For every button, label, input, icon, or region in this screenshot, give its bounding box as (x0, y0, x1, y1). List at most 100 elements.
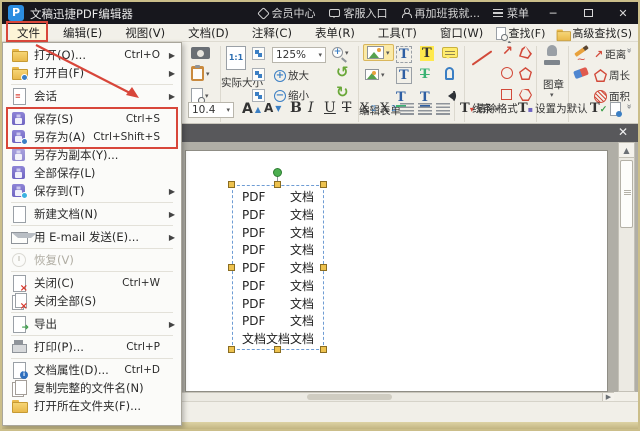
menu-comment[interactable]: 注释(C) (245, 24, 299, 42)
rotate-right-button[interactable]: ↻ (336, 85, 349, 99)
minimize-button[interactable]: ─ (542, 7, 564, 20)
horizontal-scroll-thumb[interactable] (307, 394, 392, 400)
line-tool[interactable] (470, 57, 494, 59)
resize-handle-ne[interactable] (320, 181, 327, 188)
arrow-tool[interactable]: ↗ (502, 46, 513, 58)
collapse-row2-button[interactable]: » (623, 104, 633, 109)
app-menu-button[interactable]: 菜单 (493, 5, 529, 21)
stamp-dropdown[interactable]: ▾ (550, 91, 554, 99)
hexagon-tool[interactable] (519, 89, 532, 101)
menu-item-save-as[interactable]: 另存为(A)... Ctrl+Shift+S (3, 128, 181, 146)
menu-item-send-email[interactable]: 用 E-mail 发送(E)... ▶ (3, 228, 181, 246)
collapse-row1-button[interactable]: » (623, 48, 633, 53)
customer-service-button[interactable]: 客服入口 (329, 5, 388, 21)
text-field-tool[interactable]: T (396, 67, 412, 84)
vertical-scroll-thumb[interactable] (620, 160, 633, 228)
menu-item-open[interactable]: 打开(O)... Ctrl+O ▶ (3, 46, 181, 64)
superscript-button[interactable]: X2 (380, 101, 396, 116)
menu-edit[interactable]: 编辑(E) (56, 24, 109, 42)
advanced-find-button[interactable]: 高级查找(S) (555, 25, 632, 41)
member-center-button[interactable]: 会员中心 (259, 5, 316, 21)
align-center-button[interactable] (418, 103, 432, 115)
attach-file-tool[interactable] (445, 67, 454, 80)
resize-handle-s[interactable] (274, 346, 281, 353)
menu-item-close[interactable]: × 关闭(C) Ctrl+W (3, 274, 181, 292)
textbox-tool[interactable]: T (396, 46, 412, 63)
polyline-tool[interactable] (519, 46, 532, 59)
menu-item-print[interactable]: 打印(P)... Ctrl+P (3, 338, 181, 356)
menu-item-document-properties[interactable]: i 文档属性(D)... Ctrl+D (3, 361, 181, 379)
decrease-font-button[interactable]: A▼ (264, 101, 281, 115)
menu-item-save-to[interactable]: 保存到(T) ▶ (3, 182, 181, 200)
rotation-handle[interactable] (273, 168, 282, 177)
menu-item-export[interactable]: ➜ 导出 ▶ (3, 315, 181, 333)
add-text-tool[interactable]: ▾ (365, 69, 385, 80)
align-right-button[interactable] (436, 103, 450, 115)
close-button[interactable]: ✕ (612, 7, 634, 20)
find-button[interactable]: 查找(F) (496, 25, 546, 41)
menu-document[interactable]: 文档(D) (181, 24, 236, 42)
paste-button[interactable]: ▾ (191, 66, 210, 81)
scroll-up-icon[interactable]: ▲ (619, 143, 634, 158)
menu-file[interactable]: 文件 (10, 24, 47, 42)
menu-item-open-from[interactable]: 打开自(F) ▶ (3, 64, 181, 82)
snapshot-button[interactable] (191, 47, 210, 59)
menu-item-save[interactable]: 保存(S) Ctrl+S (3, 110, 181, 128)
sound-tool[interactable] (443, 91, 455, 101)
menu-form[interactable]: 表单(R) (308, 24, 362, 42)
resize-handle-e[interactable] (320, 264, 327, 271)
distance-tool[interactable]: ↗ 距离 (594, 47, 626, 62)
eraser-tool[interactable] (574, 69, 588, 77)
rectangle-tool[interactable] (501, 89, 512, 100)
menu-item-save-all[interactable]: 全部保存(L) (3, 164, 181, 182)
search-doc-button[interactable]: ▾ (191, 88, 209, 103)
text-settings-button[interactable] (610, 102, 621, 116)
clear-format-button[interactable]: T▾ 清除格式 (460, 101, 518, 116)
marquee-zoom-button[interactable]: +▾ (332, 47, 349, 58)
resize-handle-w[interactable] (228, 264, 235, 271)
edit-content-tool-selected[interactable]: ▾ (363, 44, 394, 61)
subscript-button[interactable]: X2 (360, 101, 376, 116)
close-document-icon[interactable]: ✕ (618, 125, 628, 139)
menu-view[interactable]: 视图(V) (118, 24, 172, 42)
menu-tools[interactable]: 工具(T) (371, 24, 424, 42)
actual-size-button[interactable]: 1:1 (226, 46, 246, 70)
bold-button[interactable]: B (290, 100, 302, 116)
pentagon-tool[interactable] (519, 67, 532, 80)
menu-item-new-document[interactable]: 新建文档(N) ▶ (3, 205, 181, 223)
note-comment-tool[interactable] (442, 47, 458, 58)
highlight-text-tool[interactable]: T (420, 46, 434, 61)
pencil-tool[interactable] (574, 49, 589, 53)
rotate-left-button[interactable]: ↺ (336, 65, 349, 79)
align-left-button[interactable] (400, 103, 414, 115)
account-button[interactable]: 再加班我就... (401, 5, 481, 21)
fit-width-button[interactable] (252, 68, 265, 81)
selected-text-box[interactable]: PDF文档 PDF文档 PDF文档 PDF文档 PDF文档 PDF文档 PDF文… (232, 185, 324, 350)
zoom-in-button[interactable]: + 放大 (274, 68, 309, 83)
increase-font-button[interactable]: A▲ (242, 101, 261, 117)
resize-handle-n[interactable] (274, 181, 281, 188)
strikeout-text-tool[interactable]: T (420, 67, 430, 82)
italic-button[interactable]: I (308, 100, 314, 116)
strikethrough-button[interactable]: T (342, 100, 351, 116)
perimeter-tool[interactable]: 周长 (594, 68, 630, 83)
apply-text-button[interactable]: T✓ (590, 101, 607, 116)
underline-button[interactable]: U (324, 100, 336, 116)
scroll-right-icon[interactable]: ▶ (602, 393, 614, 401)
menu-item-session[interactable]: ≡ 会话 ▶ (3, 87, 181, 105)
font-size-combo[interactable]: 10.4▾ (188, 102, 234, 118)
maximize-button[interactable] (577, 7, 599, 20)
menu-item-copy-filename[interactable]: 复制完整的文件名(N) (3, 379, 181, 397)
vertical-scrollbar[interactable]: ▲ (618, 142, 635, 392)
resize-handle-se[interactable] (320, 346, 327, 353)
resize-handle-sw[interactable] (228, 346, 235, 353)
zoom-level-combo[interactable]: 125%▾ (272, 47, 326, 63)
fit-page-button[interactable] (252, 47, 265, 60)
circle-tool[interactable] (501, 67, 513, 79)
stamp-tool[interactable] (543, 45, 561, 67)
menu-window[interactable]: 窗口(W) (433, 24, 490, 42)
menu-item-open-containing-folder[interactable]: 打开所在文件夹(F)... (3, 397, 181, 415)
menu-item-save-as-copy[interactable]: 另存为副本(Y)... (3, 146, 181, 164)
menu-item-close-all[interactable]: × 关闭全部(S) (3, 292, 181, 310)
set-default-button[interactable]: T▪ 设置为默认 (518, 101, 588, 116)
